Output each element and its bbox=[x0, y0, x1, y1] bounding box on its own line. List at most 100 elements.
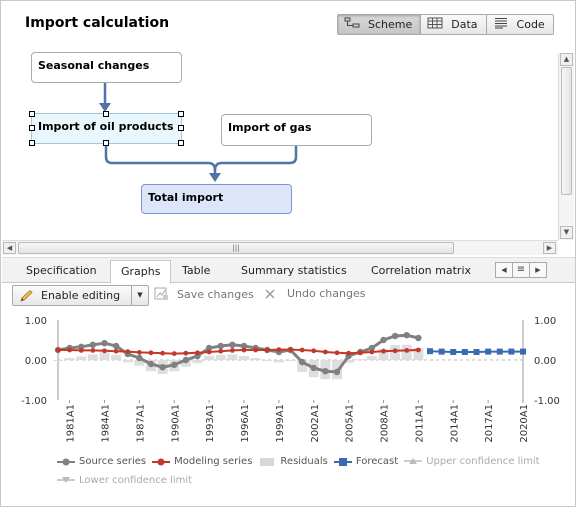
resize-handle[interactable] bbox=[29, 140, 35, 146]
horizontal-scroll-thumb[interactable]: ||| bbox=[18, 242, 454, 254]
pencil-icon bbox=[20, 289, 33, 302]
residual-bar bbox=[122, 360, 133, 363]
legend-item[interactable]: Residuals bbox=[258, 454, 328, 470]
x-tick-label: 1990A1 bbox=[170, 404, 181, 443]
scroll-left-arrow-icon[interactable]: ◀ bbox=[3, 242, 16, 254]
source-series-point bbox=[380, 336, 387, 344]
tab-scroll-right-icon[interactable]: ▶ bbox=[529, 262, 547, 278]
source-series-point bbox=[101, 340, 108, 347]
scheme-icon bbox=[344, 17, 360, 32]
residual-bar bbox=[262, 360, 273, 361]
legend-item[interactable]: Lower confidence limit bbox=[57, 473, 192, 489]
scheme-view-label: Scheme bbox=[368, 18, 413, 31]
source-series-point bbox=[171, 361, 178, 368]
chart-legend: Source series Modeling series Residuals For… bbox=[57, 454, 557, 492]
source-series-point bbox=[136, 354, 143, 362]
legend-label: Residuals bbox=[280, 456, 328, 467]
undo-changes-button[interactable]: Undo changes bbox=[264, 287, 365, 300]
source-series-point bbox=[182, 356, 190, 364]
residual-bar bbox=[273, 360, 284, 363]
legend-marker-icon bbox=[260, 458, 275, 466]
node-label: Seasonal changes bbox=[38, 59, 150, 72]
tab-summary-statistics[interactable]: Summary statistics bbox=[231, 260, 357, 284]
legend-item[interactable]: Modeling series bbox=[152, 454, 252, 470]
tab-correlation-matrix[interactable]: Correlation matrix bbox=[361, 260, 481, 284]
y-tick-label-right: 0.00 bbox=[534, 356, 556, 367]
residual-bar bbox=[250, 358, 261, 360]
modeling-series-point bbox=[218, 348, 224, 354]
modeling-series-point bbox=[113, 348, 119, 354]
modeling-series-point bbox=[334, 350, 340, 356]
x-tick-label: 2017A1 bbox=[484, 404, 495, 443]
horizontal-scrollbar[interactable]: ◀ ||| ▶ bbox=[2, 240, 558, 255]
modeling-series-point bbox=[90, 348, 96, 353]
resize-handle[interactable] bbox=[29, 111, 35, 117]
save-changes-label: Save changes bbox=[177, 287, 254, 301]
undo-changes-label: Undo changes bbox=[287, 287, 366, 300]
legend-item[interactable]: Forecast bbox=[333, 454, 399, 470]
data-view-label: Data bbox=[451, 18, 478, 31]
y-tick-label-right: -1.00 bbox=[534, 396, 560, 407]
tab-list-icon[interactable]: ≡ bbox=[512, 262, 530, 278]
tab-table[interactable]: Table bbox=[172, 260, 220, 284]
resize-handle[interactable] bbox=[103, 140, 109, 146]
legend-label: Forecast bbox=[355, 456, 399, 467]
data-view-button[interactable]: Data bbox=[421, 15, 487, 34]
residual-bar bbox=[76, 356, 87, 360]
connector-oil-total bbox=[104, 141, 217, 180]
scheme-canvas[interactable]: Seasonal changes Import of oil products … bbox=[2, 47, 558, 240]
source-series-point bbox=[391, 332, 399, 340]
vertical-scrollbar[interactable]: ▲ ▼ bbox=[558, 53, 574, 240]
x-tick-label: 2011A1 bbox=[414, 404, 425, 443]
source-series-point bbox=[415, 334, 422, 342]
source-series-point bbox=[403, 332, 410, 339]
forecast-series-point bbox=[496, 348, 503, 355]
legend-item[interactable]: Upper confidence limit bbox=[404, 454, 540, 470]
residual-bar bbox=[227, 354, 238, 360]
scroll-right-arrow-icon[interactable]: ▶ bbox=[543, 242, 556, 254]
node-seasonal-changes[interactable]: Seasonal changes bbox=[31, 52, 182, 83]
scroll-down-arrow-icon[interactable]: ▼ bbox=[560, 226, 573, 239]
save-chart-icon bbox=[154, 287, 168, 300]
arrowhead-total bbox=[209, 173, 221, 182]
residual-bar bbox=[215, 354, 226, 360]
code-view-button[interactable]: Code bbox=[487, 15, 553, 34]
tab-scroll-left-icon[interactable]: ◀ bbox=[495, 262, 513, 278]
forecast-series-point bbox=[508, 348, 515, 355]
forecast-series-point bbox=[485, 348, 492, 355]
source-series-line bbox=[57, 333, 419, 374]
modeling-series-point bbox=[357, 350, 363, 356]
resize-handle[interactable] bbox=[103, 111, 109, 117]
residual-bar bbox=[99, 352, 110, 360]
tab-specification[interactable]: Specification bbox=[16, 260, 107, 284]
resize-handle[interactable] bbox=[29, 125, 35, 131]
view-switch: Scheme Data Code bbox=[337, 14, 554, 35]
x-tick-label: 1987A1 bbox=[135, 404, 146, 443]
enable-editing-button[interactable]: Enable editing ▼ bbox=[12, 285, 149, 306]
legend-item[interactable]: Source series bbox=[57, 454, 146, 470]
modeling-series-point bbox=[183, 350, 189, 356]
node-import-of-gas[interactable]: Import of gas bbox=[221, 114, 372, 146]
y-tick-label-left: 0.00 bbox=[25, 356, 47, 367]
save-changes-button[interactable]: Save changes bbox=[154, 287, 254, 301]
resize-handle[interactable] bbox=[178, 125, 184, 131]
residual-bar bbox=[64, 358, 75, 360]
node-total-import[interactable]: Total import bbox=[141, 184, 292, 214]
modeling-series-point bbox=[415, 347, 421, 353]
y-tick-label-left: -1.00 bbox=[21, 396, 47, 407]
chevron-down-icon[interactable]: ▼ bbox=[131, 286, 148, 305]
modeling-series-point bbox=[171, 351, 177, 356]
node-label: Import of gas bbox=[228, 121, 312, 134]
resize-handle[interactable] bbox=[178, 111, 184, 117]
x-tick-label: 2005A1 bbox=[345, 404, 356, 443]
scheme-view-button[interactable]: Scheme bbox=[338, 15, 422, 34]
source-series-point bbox=[112, 342, 120, 350]
scroll-up-arrow-icon[interactable]: ▲ bbox=[560, 53, 573, 66]
source-series-point bbox=[298, 358, 306, 366]
tab-graphs[interactable]: Graphs bbox=[110, 260, 172, 284]
modeling-series-point bbox=[125, 349, 131, 354]
resize-handle[interactable] bbox=[178, 140, 184, 146]
vertical-scroll-thumb[interactable] bbox=[561, 67, 572, 195]
modeling-series-point bbox=[288, 347, 293, 352]
modeling-series-point bbox=[241, 347, 247, 353]
